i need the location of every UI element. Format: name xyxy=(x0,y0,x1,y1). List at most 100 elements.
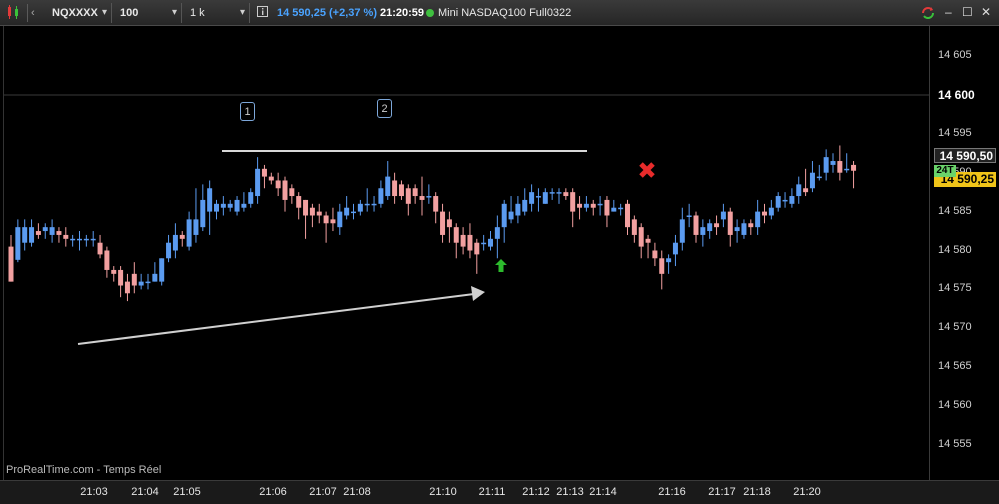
candle-down xyxy=(433,196,439,212)
x-tick-label: 21:06 xyxy=(259,486,287,498)
candle-down xyxy=(289,188,295,197)
chevron-left-icon[interactable]: ‹ xyxy=(31,3,43,23)
y-tick-label: 14 605 xyxy=(938,49,972,61)
minimize-icon[interactable]: – xyxy=(945,5,952,19)
x-tick-label: 21:11 xyxy=(478,486,506,498)
candle-up xyxy=(166,242,172,259)
candle-up xyxy=(529,192,535,204)
candle-up xyxy=(789,196,795,204)
x-tick-label: 21:18 xyxy=(743,486,771,498)
candle-down xyxy=(652,250,658,259)
candle-down xyxy=(35,231,41,235)
candle-up xyxy=(77,238,82,241)
status-dot-icon xyxy=(426,9,434,17)
candle-up xyxy=(70,238,76,241)
y-tick-label: 14 585 xyxy=(938,204,972,217)
time-axis[interactable]: 21:03 21:04 21:05 21:06 21:07 21:08 21:10 21:11… xyxy=(0,480,999,504)
candle-down xyxy=(803,188,809,193)
candle-up xyxy=(494,227,500,239)
candle-down xyxy=(638,227,644,247)
x-tick-label: 21:03 xyxy=(80,486,108,498)
candle-up xyxy=(775,196,781,208)
candle-up xyxy=(508,211,514,220)
refresh-icon[interactable] xyxy=(920,5,936,24)
candle-up xyxy=(22,227,28,243)
candle-down xyxy=(261,168,267,177)
candle-up xyxy=(597,203,603,206)
y-tick-label: 14 570 xyxy=(938,321,972,334)
candle-up xyxy=(255,168,261,197)
x-tick-label: 21:20 xyxy=(793,486,821,498)
marker-label-2[interactable]: 2 xyxy=(377,99,392,118)
price-change: (+2,37 %) xyxy=(329,7,377,19)
candle-up xyxy=(741,223,747,235)
ticks-tag: 24T xyxy=(934,165,956,177)
up-arrow-signal-icon xyxy=(495,259,507,272)
candle-up xyxy=(364,203,370,206)
candle-up xyxy=(138,281,144,286)
x-tick-label: 21:13 xyxy=(556,486,584,498)
x-tick-label: 21:05 xyxy=(173,486,201,498)
candle-down xyxy=(63,234,69,239)
trend-arrow-line xyxy=(77,293,475,345)
candle-down xyxy=(131,273,137,286)
candle-up xyxy=(344,207,350,216)
ticks-dropdown[interactable]: 100 ticks xyxy=(114,3,182,39)
candle-up xyxy=(549,192,555,194)
candle-up xyxy=(220,203,226,208)
candle-up xyxy=(522,199,528,212)
candle-up xyxy=(734,227,740,232)
y-tick-label: 14 560 xyxy=(938,399,972,412)
candle-down xyxy=(97,242,103,255)
price-marker-ask: 14 590,50 xyxy=(934,148,996,163)
watermark: ProRealTime.com - Temps Réel xyxy=(6,464,162,476)
candle-down xyxy=(625,203,630,228)
candle-down xyxy=(453,227,459,243)
candle-up xyxy=(152,273,158,282)
contract-status: Mini NASDAQ100 Full0322 xyxy=(426,3,571,23)
candle-down xyxy=(111,269,117,274)
candle-up xyxy=(720,211,726,220)
price-axis[interactable]: 14 60514 60014 59514 59014 58514 58014 5… xyxy=(929,26,999,480)
exit-cross-signal-icon xyxy=(639,162,655,178)
x-tick-label: 21:16 xyxy=(658,486,686,498)
y-tick-label: 14 580 xyxy=(938,243,972,256)
candle-up xyxy=(234,199,240,212)
maximize-icon[interactable]: ☐ xyxy=(962,5,973,19)
candle-down xyxy=(179,234,185,239)
y-tick-label: 14 600 xyxy=(938,87,975,102)
candle-down xyxy=(275,180,281,189)
candle-up xyxy=(337,211,343,228)
chart-area[interactable]: 1 2 xyxy=(3,26,930,480)
candle-up xyxy=(542,192,548,204)
close-icon[interactable]: ✕ xyxy=(981,5,991,19)
candle-up xyxy=(214,203,219,212)
x-tick-label: 21:10 xyxy=(429,486,457,498)
candle-up xyxy=(816,176,822,179)
candle-up xyxy=(159,258,165,282)
x-tick-label: 21:12 xyxy=(522,486,550,498)
candle-down xyxy=(474,242,480,255)
candle-down xyxy=(104,250,110,270)
candle-up xyxy=(145,281,151,284)
marker-label-1[interactable]: 1 xyxy=(240,102,255,121)
candle-down xyxy=(645,238,651,243)
toolbar: ‹ NQXXXX 100 ticks 1 k unités 14 590,25 … xyxy=(0,0,999,39)
candle-up xyxy=(700,227,706,235)
units-dropdown[interactable]: 1 k unités xyxy=(184,3,250,39)
info-icon[interactable] xyxy=(257,3,269,23)
y-tick-label: 14 565 xyxy=(938,360,972,373)
candle-up xyxy=(172,234,178,251)
instrument-dropdown[interactable]: NQXXXX xyxy=(46,3,112,23)
candle-up xyxy=(686,215,692,217)
candle-down xyxy=(412,188,418,197)
y-tick-label: 14 575 xyxy=(938,282,972,295)
candle-up xyxy=(90,238,96,241)
candle-down xyxy=(303,199,309,216)
candle-down xyxy=(419,196,425,200)
y-tick-label: 14 555 xyxy=(938,438,972,450)
candlestick-icon[interactable] xyxy=(6,3,24,23)
candle-up xyxy=(207,188,213,212)
candle-down xyxy=(316,211,322,216)
instrument-label: NQXXXX xyxy=(52,7,98,19)
